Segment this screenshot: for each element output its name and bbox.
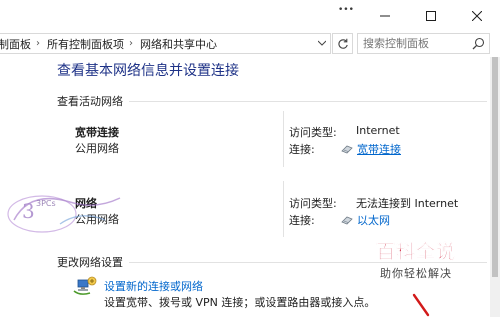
network-category-link[interactable]: 公用网络 xyxy=(75,211,119,227)
breadcrumb-separator-icon[interactable]: › xyxy=(126,38,136,49)
change-settings-heading-label: 更改网络设置 xyxy=(57,256,123,269)
page-title: 查看基本网络信息并设置连接 xyxy=(57,63,239,79)
address-bar: 制面板 › 所有控制面板项 › 网络和共享中心 xyxy=(0,31,500,57)
search-button[interactable] xyxy=(472,37,485,53)
close-button[interactable] xyxy=(454,0,500,31)
setup-new-connection-description: 设置宽带、拨号或 VPN 连接；或设置路由器或接入点。 xyxy=(104,296,376,309)
new-connection-icon xyxy=(73,276,97,295)
change-settings-heading: 更改网络设置 xyxy=(57,254,487,270)
network-name: 宽带连接 xyxy=(75,126,119,139)
network-sharing-center-window: ••• 制面板 › 所有控制面板项 › 网络和共享中心 搜索控制面板 查看基本网… xyxy=(0,0,500,317)
access-type-label: 访问类型: xyxy=(289,197,337,210)
maximize-icon xyxy=(426,10,436,21)
setup-new-connection-link[interactable]: 设置新的连接或网络 xyxy=(104,278,203,294)
window-controls xyxy=(362,0,500,31)
title-dots: ••• xyxy=(338,5,354,15)
broadband-connection-icon xyxy=(341,145,353,154)
connection-link-ethernet[interactable]: 以太网 xyxy=(341,212,390,228)
network-name: 网络 xyxy=(75,197,97,210)
ethernet-connection-icon xyxy=(341,216,353,225)
search-input[interactable] xyxy=(363,37,463,50)
address-dropdown-button[interactable] xyxy=(315,35,329,51)
connection-link-label[interactable]: 以太网 xyxy=(357,212,390,228)
breadcrumb-item-all-items[interactable]: 所有控制面板项 xyxy=(43,36,126,52)
vertical-scrollbar[interactable] xyxy=(490,57,500,317)
breadcrumb[interactable]: 制面板 › 所有控制面板项 › 网络和共享中心 xyxy=(0,33,331,54)
network-vertical-divider xyxy=(283,111,284,167)
active-networks-heading: 查看活动网络 xyxy=(57,93,487,109)
search-box[interactable] xyxy=(357,33,490,54)
close-icon xyxy=(472,10,482,21)
connection-label: 连接: xyxy=(289,214,315,227)
refresh-button[interactable] xyxy=(332,33,353,54)
title-bar: ••• xyxy=(0,0,500,31)
connection-label: 连接: xyxy=(289,143,315,156)
minimize-button[interactable] xyxy=(362,0,408,31)
search-icon xyxy=(472,37,485,50)
connection-link-broadband[interactable]: 宽带连接 xyxy=(341,141,401,157)
breadcrumb-item-network-center[interactable]: 网络和共享中心 xyxy=(136,36,219,52)
minimize-icon xyxy=(380,15,390,16)
maximize-button[interactable] xyxy=(408,0,454,31)
chevron-down-icon xyxy=(318,40,326,46)
section-divider xyxy=(129,100,487,102)
connection-link-label[interactable]: 宽带连接 xyxy=(357,141,401,157)
access-type-label: 访问类型: xyxy=(289,126,337,139)
scrollbar-thumb[interactable] xyxy=(492,57,498,277)
access-type-value: Internet xyxy=(356,124,400,137)
breadcrumb-item-control-panel[interactable]: 制面板 xyxy=(0,36,33,52)
network-category-link[interactable]: 公用网络 xyxy=(75,140,119,156)
breadcrumb-separator-icon[interactable]: › xyxy=(33,38,43,49)
section-divider xyxy=(129,261,487,263)
network-vertical-divider xyxy=(283,181,284,237)
active-networks-heading-label: 查看活动网络 xyxy=(57,95,123,108)
refresh-icon xyxy=(337,38,348,49)
access-type-value: 无法连接到 Internet xyxy=(356,197,459,210)
